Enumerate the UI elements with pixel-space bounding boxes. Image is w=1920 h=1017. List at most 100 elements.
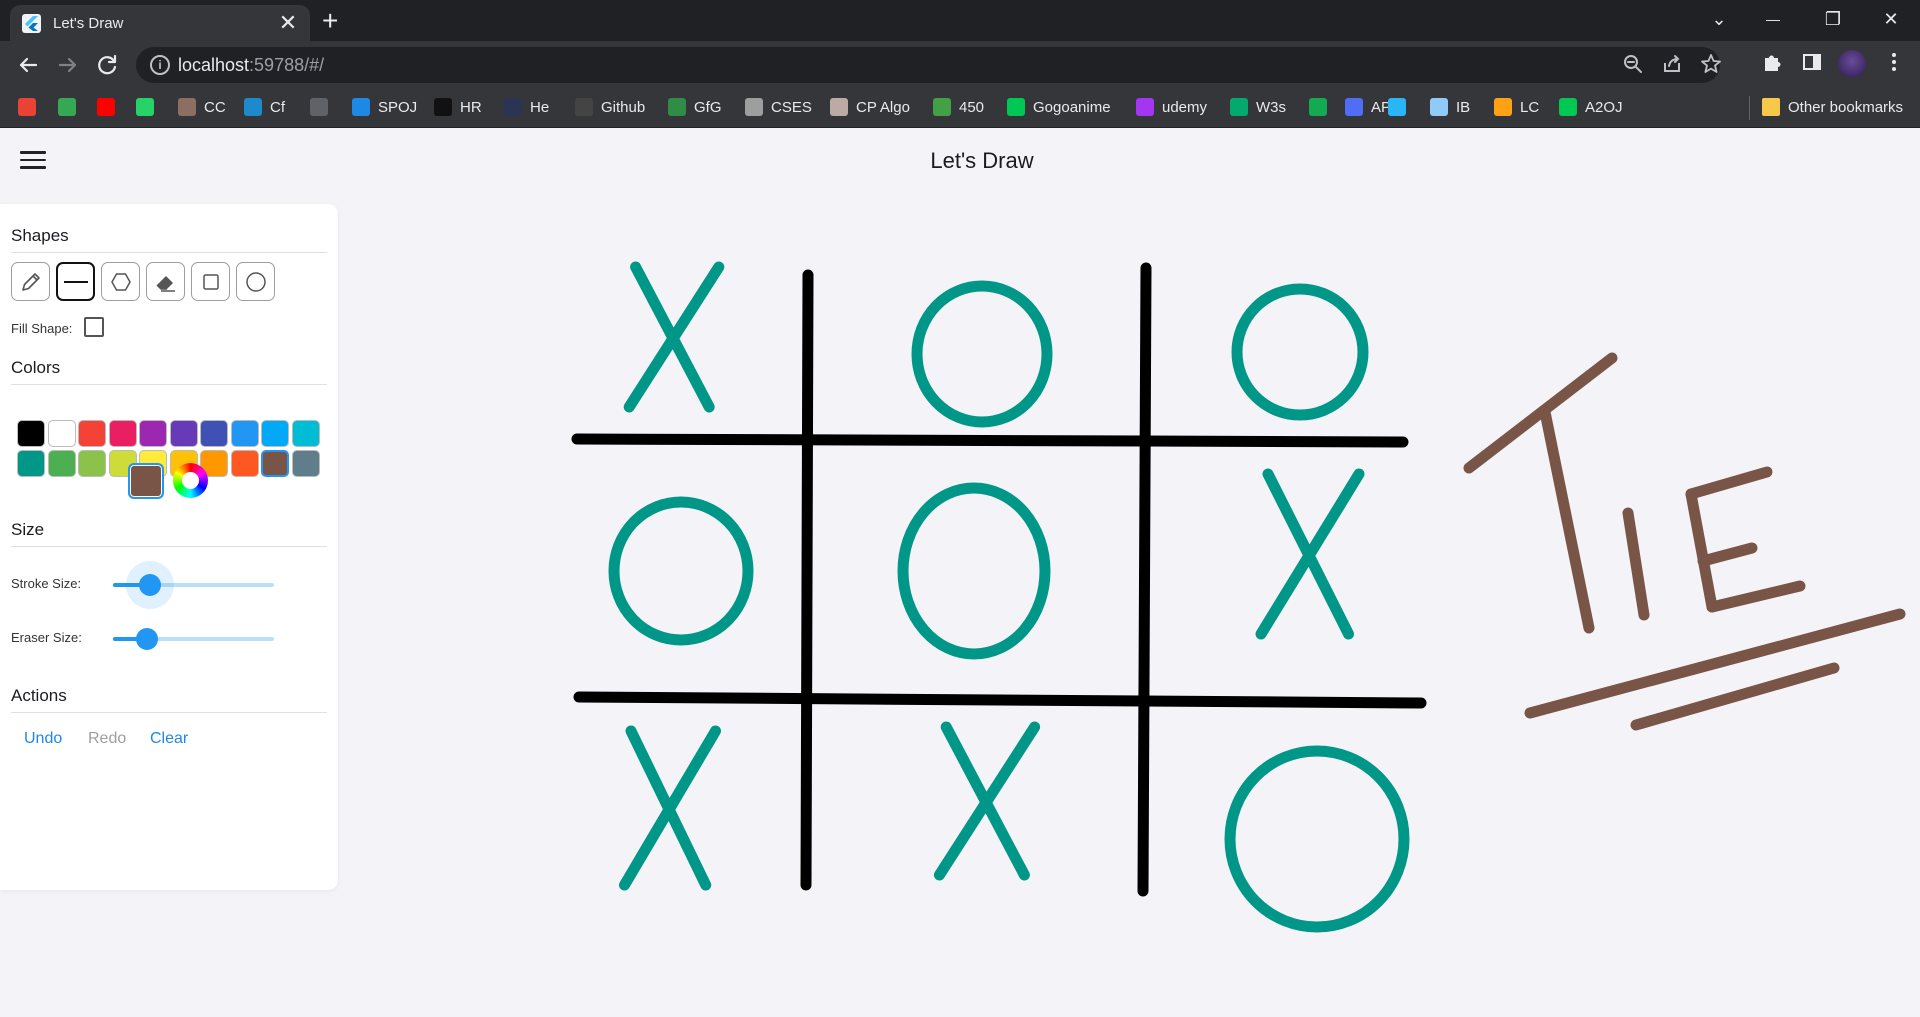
hackerearth-icon (504, 98, 522, 116)
redo-button[interactable]: Redo (88, 730, 126, 748)
site-info-icon[interactable]: i (150, 55, 170, 75)
color-swatch[interactable] (78, 450, 106, 477)
bookmark-spoj[interactable]: SPOJ (352, 98, 417, 116)
bookmark-cses[interactable]: CSES (745, 98, 812, 116)
tie-handwriting-stroke (1706, 580, 1806, 613)
address-bar[interactable]: i localhost:59788/#/ (136, 47, 1721, 83)
bookmark-cc[interactable]: CC (178, 98, 226, 116)
circle-tool[interactable] (236, 262, 275, 301)
color-swatch[interactable] (47, 420, 76, 447)
color-swatch[interactable] (17, 450, 45, 477)
github-icon (575, 98, 593, 116)
color-swatch[interactable] (47, 450, 76, 477)
polygon-tool[interactable] (101, 262, 140, 301)
youtube-icon (97, 98, 115, 116)
bookmark-github[interactable]: Github (575, 98, 645, 116)
bookmark-cfv[interactable] (310, 98, 336, 116)
actions-title: Actions (11, 686, 67, 705)
tab-search-icon[interactable]: ⌄ (1696, 6, 1742, 32)
forward-arrow-icon (58, 57, 77, 73)
bookmark-interviewbit[interactable]: IB (1430, 98, 1470, 116)
color-wheel-icon[interactable] (173, 463, 208, 498)
bookmark-whatsapp[interactable] (136, 98, 162, 116)
bookmark-label: LC (1520, 98, 1540, 116)
restore-button[interactable]: ❐ (1810, 6, 1856, 32)
eraser-tool[interactable] (146, 262, 185, 301)
pencil-tool[interactable] (11, 262, 50, 301)
color-swatch[interactable] (230, 420, 259, 447)
a2oj-icon (1559, 98, 1577, 116)
bookmark-gfg[interactable]: GfG (668, 98, 722, 116)
tool-panel: Shapes Fill Shape: Colors Size Stroke Si… (0, 204, 338, 890)
forward-button[interactable] (52, 49, 84, 81)
side-panel-icon[interactable] (1798, 51, 1826, 79)
color-swatch[interactable] (261, 450, 289, 477)
bookmark-label: 450 (959, 98, 985, 116)
color-swatch[interactable] (139, 420, 167, 447)
gogoanime-icon (1007, 98, 1025, 116)
color-swatch[interactable] (230, 450, 259, 477)
bookmark-hackerearth[interactable]: He (504, 98, 549, 116)
window-close-button[interactable]: ✕ (1868, 6, 1914, 32)
bookmark-cp-algo[interactable]: CP Algo (830, 98, 910, 116)
url-text[interactable]: localhost:59788/#/ (178, 55, 324, 76)
bookmark-star-icon[interactable] (1698, 53, 1724, 81)
bookmark-w3s[interactable]: W3s (1230, 98, 1286, 116)
bookmark-youtube[interactable] (97, 98, 123, 116)
new-tab-button[interactable]: + (322, 7, 338, 35)
fill-shape-checkbox[interactable] (84, 317, 104, 337)
extensions-icon[interactable] (1758, 51, 1786, 79)
minimize-button[interactable]: — (1750, 6, 1796, 32)
stroke-size-slider[interactable] (113, 561, 274, 609)
zoom-icon[interactable] (1620, 53, 1646, 81)
cses-icon (745, 98, 763, 116)
bookmark-hackerrank[interactable]: HR (434, 98, 482, 116)
divider (11, 384, 327, 385)
color-swatch[interactable] (291, 420, 320, 447)
color-swatch[interactable] (17, 420, 45, 447)
cp-algo-icon (830, 98, 848, 116)
share-icon[interactable] (1659, 53, 1685, 81)
bookmark-mongodb[interactable] (1309, 98, 1335, 116)
tab-close-icon[interactable]: ✕ (278, 12, 298, 34)
o-mark (1224, 745, 1410, 933)
browser-tab[interactable]: Let's Draw ✕ (10, 5, 310, 41)
bookmark-label: CSES (771, 98, 812, 116)
eraser-size-slider[interactable] (113, 628, 274, 650)
color-swatch[interactable] (108, 420, 137, 447)
kebab-menu-icon[interactable] (1880, 51, 1908, 79)
square-tool[interactable] (191, 262, 230, 301)
bookmark-gmail[interactable] (18, 98, 44, 116)
reload-button[interactable] (92, 49, 124, 81)
board-line (800, 269, 814, 891)
clear-button[interactable]: Clear (150, 730, 188, 748)
bookmark-450[interactable]: 450 (933, 98, 984, 116)
profile-avatar[interactable] (1838, 50, 1866, 78)
undo-button[interactable]: Undo (24, 730, 62, 748)
450-icon (933, 98, 951, 116)
api-icon (1345, 98, 1363, 116)
slider-thumb[interactable] (135, 628, 158, 650)
other-bookmarks[interactable]: Other bookmarks (1762, 98, 1903, 116)
bookmark-drive[interactable] (58, 98, 84, 116)
bookmark-udemy[interactable]: udemy (1136, 98, 1207, 116)
slider-thumb[interactable] (139, 574, 162, 596)
size-title: Size (11, 520, 45, 539)
bookmark-label: IB (1456, 98, 1471, 116)
bookmark-label: GfG (694, 98, 722, 116)
color-swatch[interactable] (291, 450, 320, 477)
bookmark-leetcode[interactable]: LC (1494, 98, 1539, 116)
bookmark-azure[interactable] (1388, 98, 1414, 116)
interviewbit-icon (1430, 98, 1448, 116)
bookmark-gogoanime[interactable]: Gogoanime (1007, 98, 1111, 116)
color-swatch[interactable] (261, 420, 289, 447)
color-swatch[interactable] (78, 420, 106, 447)
back-button[interactable] (12, 49, 44, 81)
bookmark-codeforces[interactable]: Cf (244, 98, 285, 116)
color-swatch[interactable] (200, 420, 228, 447)
bookmark-a2oj[interactable]: A2OJ (1559, 98, 1623, 116)
color-swatch[interactable] (169, 420, 198, 447)
selected-color-swatch[interactable] (128, 463, 164, 499)
url-host: localhost (178, 55, 250, 75)
line-tool[interactable] (56, 262, 95, 301)
